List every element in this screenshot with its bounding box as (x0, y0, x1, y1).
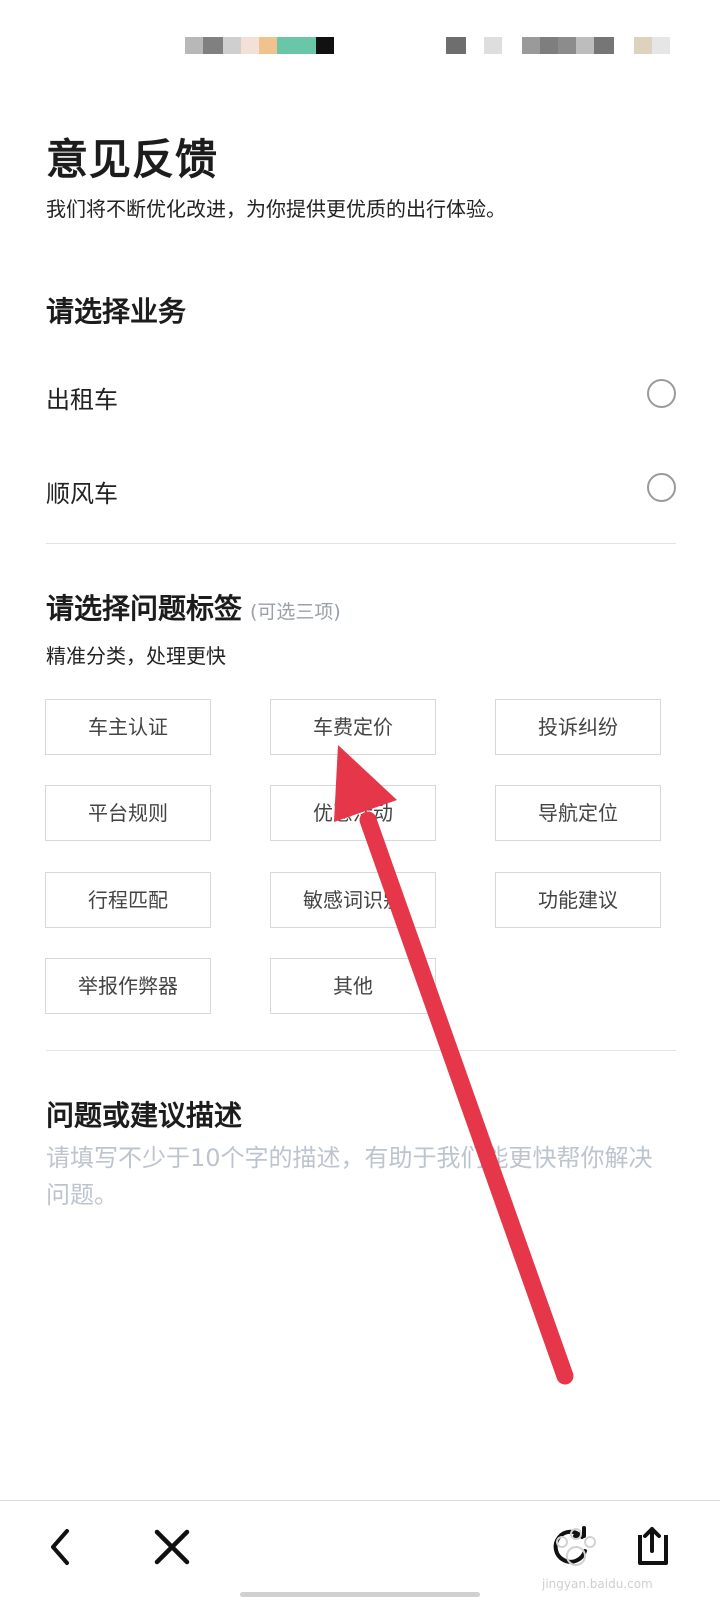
radio-button[interactable] (647, 379, 676, 408)
description-input[interactable]: 请填写不少于10个字的描述，有助于我们能更快帮你解决问题。 (46, 1140, 676, 1214)
status-bar (0, 0, 720, 90)
watermark-logo: jingyan.baidu.com (541, 1528, 653, 1591)
tag-button[interactable]: 优惠活动 (270, 785, 436, 841)
status-block (277, 37, 316, 54)
close-icon[interactable] (150, 1525, 194, 1569)
watermark-text: jingyan.baidu.com (541, 1577, 653, 1591)
tag-button[interactable]: 其他 (270, 958, 436, 1014)
tag-button[interactable]: 行程匹配 (45, 872, 211, 928)
tag-button[interactable]: 举报作弊器 (45, 958, 211, 1014)
description-heading: 问题或建议描述 (46, 1099, 243, 1132)
home-indicator[interactable] (240, 1592, 480, 1597)
option-label: 出租车 (46, 386, 118, 414)
tags-description: 精准分类，处理更快 (46, 644, 226, 668)
tag-button[interactable]: 车费定价 (270, 699, 436, 755)
divider (46, 1050, 676, 1051)
divider (46, 543, 676, 544)
tags-heading: 请选择问题标签 (可选三项) (46, 587, 341, 627)
tag-button[interactable]: 车主认证 (45, 699, 211, 755)
page-title: 意见反馈 (46, 135, 219, 184)
back-icon[interactable] (40, 1525, 84, 1569)
page-subtitle: 我们将不断优化改进，为你提供更优质的出行体验。 (46, 197, 506, 221)
status-block (652, 37, 670, 54)
tags-hint: (可选三项) (250, 601, 341, 623)
option-carpool[interactable]: 顺风车 (46, 460, 676, 520)
status-block (634, 37, 652, 54)
business-heading: 请选择业务 (46, 295, 187, 328)
status-block (558, 37, 576, 54)
tag-button[interactable]: 功能建议 (495, 872, 661, 928)
radio-button[interactable] (647, 473, 676, 502)
status-block (576, 37, 594, 54)
status-block (259, 37, 277, 54)
status-block (203, 37, 223, 54)
option-taxi[interactable]: 出租车 (46, 366, 676, 426)
tags-heading-text: 请选择问题标签 (46, 592, 243, 625)
tag-button[interactable]: 投诉纠纷 (495, 699, 661, 755)
status-block (484, 37, 502, 54)
tag-button[interactable]: 敏感词识别 (270, 872, 436, 928)
status-block (446, 37, 466, 54)
status-block (185, 37, 203, 54)
tag-button[interactable]: 导航定位 (495, 785, 661, 841)
status-block (522, 37, 540, 54)
status-block (223, 37, 241, 54)
tag-button[interactable]: 平台规则 (45, 785, 211, 841)
status-block (241, 37, 259, 54)
option-label: 顺风车 (46, 480, 118, 508)
status-block (316, 37, 334, 54)
status-block (540, 37, 558, 54)
status-block (594, 37, 614, 54)
